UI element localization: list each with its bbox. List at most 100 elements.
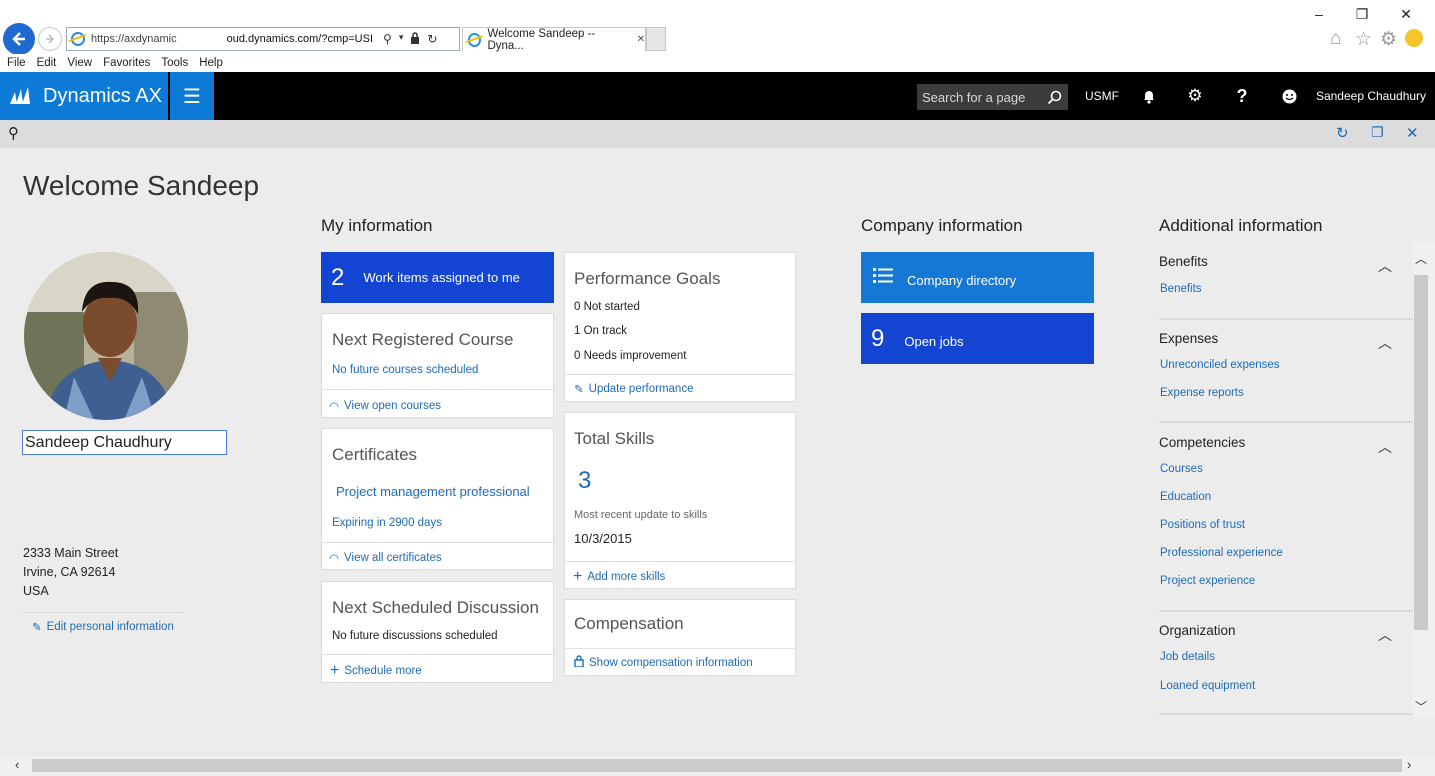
certificate-expiry: Expiring in 2900 days (332, 517, 442, 529)
address-line: Irvine, CA 92614 (23, 565, 116, 579)
scroll-right-icon[interactable]: › (1407, 757, 1411, 772)
menu-tools[interactable]: Tools (161, 57, 188, 69)
feedback-smiley-icon[interactable] (1405, 29, 1423, 47)
project-experience-link[interactable]: Project experience (1160, 575, 1255, 587)
certificate-item-link[interactable]: Project management professional (336, 484, 530, 499)
plus-icon: + (330, 662, 340, 679)
refresh-icon[interactable]: ↻ (427, 32, 437, 47)
user-menu[interactable]: Sandeep Chaudhury (1312, 72, 1430, 120)
employee-name[interactable]: Sandeep Chaudhury (22, 430, 227, 455)
open-new-window-icon[interactable]: ❐ (1371, 124, 1384, 141)
expense-reports-link[interactable]: Expense reports (1160, 387, 1244, 399)
search-placeholder: Search for a page (922, 89, 1026, 105)
back-button[interactable] (3, 23, 35, 55)
lightbulb-icon[interactable]: ⚲ (8, 124, 19, 142)
forward-arrow-icon (46, 34, 55, 44)
lock-icon[interactable] (410, 31, 420, 47)
close-window-icon[interactable]: ✕ (1398, 6, 1414, 23)
notifications-bell-icon[interactable] (1137, 72, 1161, 120)
goals-on-track: 1 On track (574, 325, 628, 337)
update-performance-link[interactable]: ✎ Update performance (574, 382, 693, 396)
benefits-heading[interactable]: Benefits (1159, 254, 1208, 269)
scroll-down-icon[interactable]: ﹀ (1415, 698, 1427, 715)
edit-personal-info-link[interactable]: ✎ Edit personal information (32, 620, 174, 634)
tab-close-icon[interactable]: ✕ (637, 34, 645, 45)
loaned-equipment-link[interactable]: Loaned equipment (1160, 680, 1255, 692)
settings-gear-icon[interactable]: ⚙ (1380, 28, 1397, 51)
address-block: 2333 Main Street Irvine, CA 92614 USA (23, 544, 118, 601)
open-jobs-label: Open jobs (904, 334, 964, 349)
forward-button[interactable] (38, 27, 62, 51)
pencil-icon: ✎ (574, 384, 584, 396)
positions-of-trust-link[interactable]: Positions of trust (1160, 519, 1245, 531)
menu-edit[interactable]: Edit (37, 57, 57, 69)
expenses-heading[interactable]: Expenses (1159, 331, 1218, 346)
open-jobs-tile[interactable]: 9 Open jobs (861, 313, 1094, 364)
search-icon[interactable] (1047, 90, 1062, 105)
collapse-benefits-icon[interactable]: ︿ (1378, 256, 1392, 276)
show-compensation-link[interactable]: Show compensation information (574, 655, 753, 670)
job-details-link[interactable]: Job details (1160, 651, 1215, 663)
view-open-courses-link[interactable]: ◠ View open courses (329, 399, 441, 413)
education-link[interactable]: Education (1160, 491, 1211, 503)
view-all-certificates-link[interactable]: ◠ View all certificates (329, 551, 442, 565)
address-bar[interactable]: https://axdynamic oud.dynamics.com/?cmp=… (66, 27, 460, 51)
close-page-icon[interactable]: ✕ (1406, 124, 1419, 142)
competencies-heading[interactable]: Competencies (1159, 435, 1245, 450)
menu-view[interactable]: View (67, 57, 92, 69)
goals-not-started: 0 Not started (574, 301, 640, 313)
eye-icon: ◠ (329, 401, 340, 413)
courses-link[interactable]: Courses (1160, 463, 1203, 475)
navigation-menu-button[interactable]: ☰ (170, 72, 214, 120)
card-title: Certificates (332, 445, 418, 464)
menu-favorites[interactable]: Favorites (103, 57, 150, 69)
work-items-tile[interactable]: 2 Work items assigned to me (321, 252, 554, 303)
menu-file[interactable]: File (7, 57, 26, 69)
company-selector[interactable]: USMF (1080, 72, 1124, 120)
collapse-organization-icon[interactable]: ︿ (1378, 625, 1392, 645)
browser-tab[interactable]: Welcome Sandeep -- Dyna... ✕ (462, 27, 646, 52)
ie-favicon-icon (71, 32, 85, 46)
divider (1159, 713, 1413, 715)
dropdown-icon[interactable]: ▾ (399, 32, 404, 47)
settings-gear-icon[interactable]: ⚙ (1183, 72, 1207, 120)
no-courses-link[interactable]: No future courses scheduled (332, 364, 478, 376)
company-directory-label: Company directory (907, 273, 1017, 288)
new-tab-button[interactable] (646, 27, 666, 51)
restore-icon[interactable]: ❐ (1354, 6, 1370, 23)
collapse-expenses-icon[interactable]: ︿ (1378, 333, 1392, 353)
favorites-star-icon[interactable]: ☆ (1355, 28, 1372, 51)
work-items-label: Work items assigned to me (363, 270, 520, 285)
minimize-icon[interactable]: – (1311, 6, 1327, 22)
scroll-up-icon[interactable]: ︿ (1415, 250, 1427, 267)
refresh-icon[interactable]: ↻ (1336, 124, 1349, 142)
benefits-link[interactable]: Benefits (1160, 283, 1202, 295)
certificates-card: Certificates Project management professi… (321, 428, 554, 570)
update-performance-label: Update performance (588, 383, 694, 395)
company-directory-tile[interactable]: Company directory (861, 252, 1094, 303)
search-icon[interactable]: ⚲ (383, 32, 392, 47)
scroll-left-icon[interactable]: ‹ (15, 757, 19, 772)
open-jobs-count: 9 (871, 324, 885, 352)
professional-experience-link[interactable]: Professional experience (1160, 547, 1283, 559)
vertical-scroll-thumb[interactable] (1414, 275, 1428, 630)
organization-heading[interactable]: Organization (1159, 623, 1236, 638)
dynamics-logo-icon (10, 87, 30, 104)
collapse-competencies-icon[interactable]: ︿ (1378, 437, 1392, 457)
feedback-smiley-icon[interactable] (1277, 72, 1301, 120)
divider (1159, 610, 1413, 612)
edit-personal-label: Edit personal information (46, 621, 174, 633)
brand-home-link[interactable]: Dynamics AX (0, 72, 168, 120)
horizontal-scroll-thumb[interactable] (32, 759, 1402, 772)
additional-information-title: Additional information (1159, 216, 1323, 235)
brand-name: Dynamics AX (43, 84, 162, 107)
add-more-skills-link[interactable]: + Add more skills (573, 568, 665, 586)
page-search-input[interactable]: Search for a page (917, 84, 1068, 110)
menu-help[interactable]: Help (199, 57, 223, 69)
schedule-more-link[interactable]: + Schedule more (330, 662, 422, 680)
home-icon[interactable]: ⌂ (1330, 28, 1341, 50)
schedule-more-label: Schedule more (344, 665, 422, 677)
unreconciled-expenses-link[interactable]: Unreconciled expenses (1160, 359, 1280, 371)
next-discussion-card: Next Scheduled Discussion No future disc… (321, 581, 554, 683)
help-icon[interactable]: ? (1230, 72, 1254, 120)
